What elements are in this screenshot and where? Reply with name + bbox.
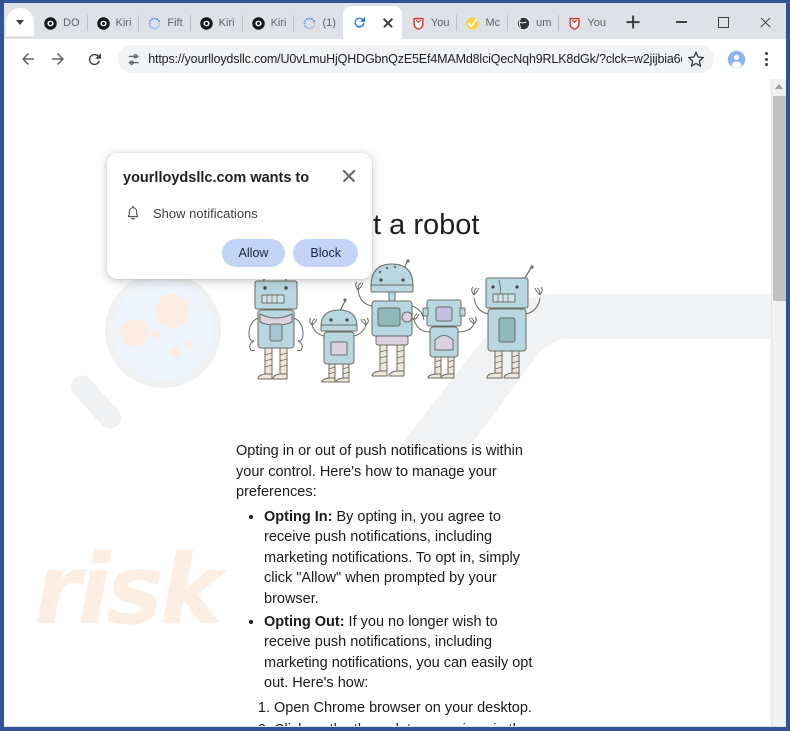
browser-tab[interactable]: Kiri	[241, 7, 294, 39]
permission-row: Show notifications	[123, 204, 358, 222]
browser-tab[interactable]: You	[558, 7, 613, 39]
maximize-button[interactable]	[702, 7, 744, 37]
browser-tab[interactable]: Fift	[138, 7, 189, 39]
tab-label: Kiri	[218, 17, 235, 29]
chevron-down-icon	[16, 19, 24, 25]
dialog-actions: Allow Block	[123, 239, 358, 268]
numbered-step-list: Open Chrome browser on your desktop.Clic…	[266, 698, 541, 726]
browser-tab[interactable]: (1)	[293, 7, 342, 39]
chrome-reload-favicon	[354, 16, 366, 28]
dark-circle-favicon	[199, 16, 213, 30]
dark-circle-favicon	[251, 16, 265, 30]
bullet-item: Opting Out: If you no longer wish to rec…	[264, 612, 541, 694]
bullet-item: Opting In: By opting in, you agree to re…	[264, 507, 541, 610]
close-icon	[759, 16, 772, 29]
page-scrollbar[interactable]	[771, 79, 786, 726]
reload-icon	[88, 52, 101, 65]
dark-circle-favicon	[44, 16, 57, 30]
browser-tab[interactable]	[342, 6, 402, 39]
bell-icon	[127, 206, 139, 220]
loading-spinner-favicon	[148, 16, 161, 30]
block-button[interactable]: Block	[293, 239, 358, 268]
scroll-thumb[interactable]	[773, 96, 786, 301]
browser-tab[interactable]: Kiri	[189, 7, 242, 39]
tab-label: Kiri	[270, 17, 287, 29]
tab-label: You	[587, 17, 606, 29]
url-text: https://yourlloydsllc.com/U0vLmuHjQHDGbn…	[148, 52, 682, 66]
bullet-list: Opting In: By opting in, you agree to re…	[256, 507, 541, 694]
dialog-close-button[interactable]	[340, 167, 358, 185]
reload-button[interactable]	[80, 45, 108, 73]
tab-close-icon[interactable]	[381, 16, 395, 30]
maximize-icon	[717, 16, 729, 28]
address-bar[interactable]: https://yourlloydsllc.com/U0vLmuHjQHDGbn…	[118, 45, 714, 73]
browser-toolbar: https://yourlloydsllc.com/U0vLmuHjQHDGbn…	[4, 39, 786, 79]
tab-label: You	[430, 17, 450, 29]
page-viewport: risk you are not a robot	[4, 79, 786, 726]
watermark-text: risk	[34, 534, 223, 646]
new-tab-button[interactable]	[619, 8, 647, 36]
forward-button[interactable]	[44, 45, 72, 73]
window-controls	[660, 7, 786, 39]
red-shield-favicon	[413, 17, 424, 30]
scroll-up-button[interactable]	[772, 79, 786, 94]
dark-circle-favicon	[96, 16, 110, 30]
allow-button[interactable]: Allow	[221, 239, 286, 268]
profile-button[interactable]	[722, 45, 750, 73]
browser-tab[interactable]: Mc	[456, 7, 507, 39]
bullet-term: Opting In:	[264, 508, 333, 525]
forward-arrow-icon	[52, 53, 64, 65]
tab-label: Fift	[167, 17, 183, 29]
dialog-header: yourlloydsllc.com wants to	[123, 167, 358, 187]
browser-tab[interactable]: You	[402, 7, 457, 39]
tab-search-button[interactable]	[6, 8, 34, 36]
tab-label: (1)	[322, 17, 336, 29]
permission-label: Show notifications	[153, 205, 258, 221]
browser-tab[interactable]: um	[507, 7, 558, 39]
tab-strip: DO Kiri Fift Kiri Kiri (1) You Mc um You	[4, 3, 786, 39]
close-window-button[interactable]	[744, 7, 786, 37]
yellow-check-favicon	[466, 16, 480, 30]
profile-avatar-icon	[727, 50, 745, 68]
minimize-icon	[675, 21, 687, 23]
tab-label: um	[536, 17, 552, 29]
back-button[interactable]	[14, 45, 42, 73]
step-item: Click on the three dots menu icon in the…	[274, 720, 541, 726]
site-settings-icon[interactable]	[126, 51, 141, 68]
tab-label: Mc	[485, 17, 501, 29]
three-dots-menu-icon[interactable]	[752, 45, 780, 73]
intro-paragraph: Opting in or out of push notifications i…	[236, 443, 523, 501]
browser-tab[interactable]: Kiri	[86, 7, 139, 39]
scroll-up-arrow-icon	[775, 84, 783, 89]
browser-tab[interactable]: DO	[34, 7, 87, 39]
globe-favicon	[516, 16, 531, 30]
browser-window: DO Kiri Fift Kiri Kiri (1) You Mc um You	[0, 0, 790, 731]
bullet-term: Opting Out:	[264, 613, 345, 630]
dialog-title: yourlloydsllc.com wants to	[123, 170, 310, 186]
loading-spinner-favicon	[303, 16, 317, 30]
step-item: Open Chrome browser on your desktop.	[274, 698, 541, 719]
minimize-button[interactable]	[660, 7, 702, 37]
tab-label: Kiri	[115, 17, 132, 29]
magnifying-glass-watermark	[70, 272, 221, 429]
red-shield-favicon	[569, 17, 580, 30]
back-arrow-icon	[22, 53, 34, 65]
page-body: Opting in or out of push notifications i…	[236, 441, 541, 726]
star-icon[interactable]	[686, 49, 706, 69]
tab-label: DO	[63, 17, 80, 29]
notification-permission-dialog: yourlloydsllc.com wants to Show notifica…	[107, 153, 372, 280]
